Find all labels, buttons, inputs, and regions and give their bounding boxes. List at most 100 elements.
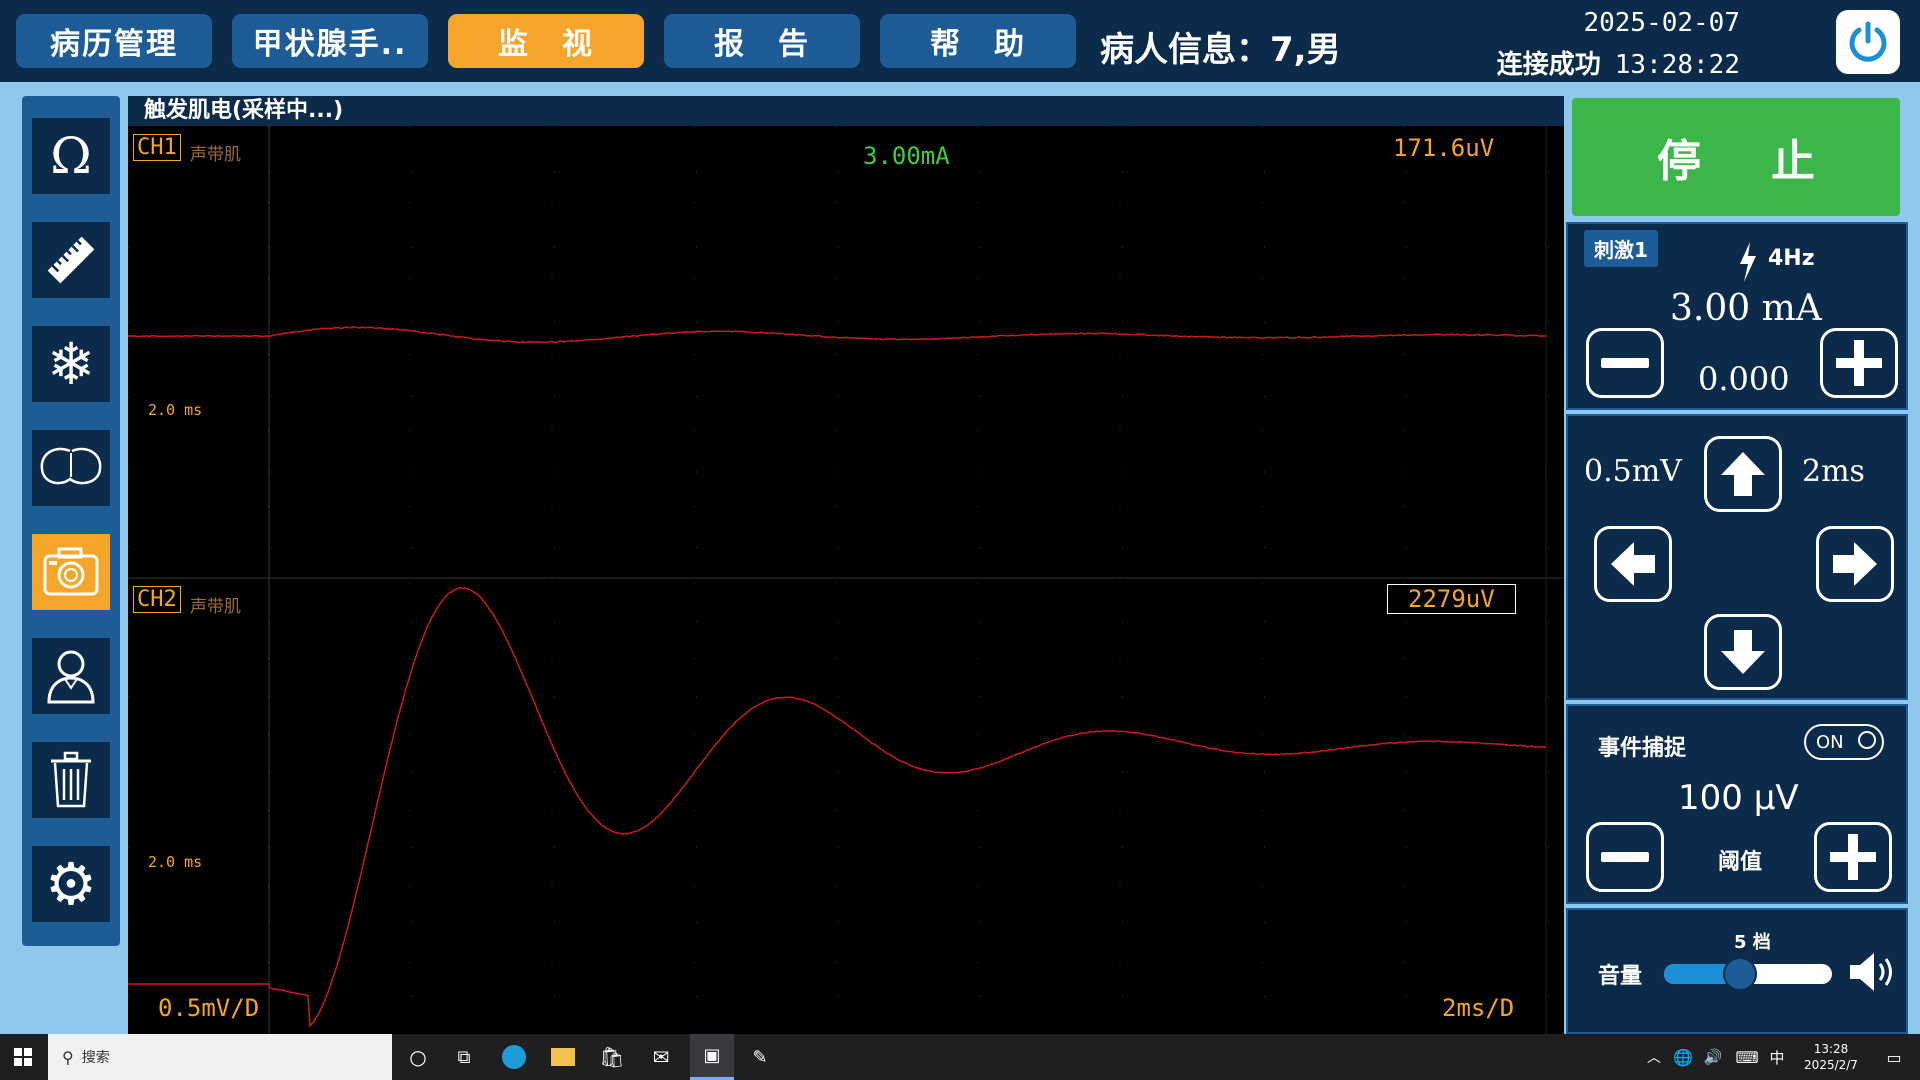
- volume-panel: 5 档 音量: [1566, 908, 1908, 1034]
- monitor-icon: ▣: [703, 1045, 720, 1066]
- settings-button[interactable]: ⚙: [32, 846, 110, 922]
- trash-icon: [48, 751, 94, 809]
- scale-down-button[interactable]: [1704, 614, 1782, 690]
- snowflake-icon: ❄: [47, 330, 96, 398]
- circle-icon: ○: [409, 1045, 426, 1069]
- omega-icon: Ω: [50, 127, 91, 185]
- stimulus-badge[interactable]: 刺激1: [1584, 230, 1658, 267]
- monitor-app[interactable]: ▣: [690, 1034, 734, 1080]
- current-decrease-button[interactable]: [1586, 328, 1664, 398]
- nav-monitor[interactable]: 监 视: [448, 14, 644, 68]
- snapshot-button[interactable]: [32, 534, 110, 610]
- view-button[interactable]: [32, 430, 110, 506]
- clock-time: 13:28:22: [1615, 50, 1740, 80]
- volume-knob[interactable]: [1723, 957, 1757, 991]
- waveform-canvas: [128, 126, 1564, 1034]
- task-view-button[interactable]: ⧉: [444, 1034, 484, 1080]
- nav-report[interactable]: 报 告: [664, 14, 860, 68]
- measured-current: 0.000: [1698, 360, 1790, 398]
- arrow-up-icon: [1718, 449, 1768, 499]
- minus-icon: [1601, 852, 1649, 862]
- volume-icon: 🔊: [1704, 1048, 1723, 1066]
- ch2-amplitude: 2279uV: [1387, 584, 1516, 614]
- display-scale-panel: 0.5mV 2ms: [1566, 414, 1908, 700]
- sweep-value: 2ms: [1802, 454, 1865, 489]
- taskbar-search[interactable]: ⚲ 搜索: [48, 1034, 392, 1080]
- threshold-increase-button[interactable]: [1814, 822, 1892, 892]
- event-toggle-label: ON: [1816, 732, 1844, 753]
- speaker-icon: [1848, 950, 1902, 994]
- ch1-waveform: [128, 327, 1546, 343]
- windows-taskbar: ⚲ 搜索 ○ ⧉ 🛍 ✉ ▣ ✎ ︿ 🌐 🔊 ⌨ 中 13:28 2025/2/…: [0, 1034, 1920, 1080]
- keyboard-button[interactable]: ⌨: [1734, 1034, 1760, 1080]
- camera-icon: [41, 546, 101, 598]
- volume-slider[interactable]: [1664, 964, 1832, 984]
- network-button[interactable]: 🌐: [1672, 1034, 1694, 1080]
- current-increase-button[interactable]: [1820, 328, 1898, 398]
- windows-icon: [14, 1048, 32, 1066]
- sensitivity-value: 0.5mV: [1584, 454, 1682, 489]
- search-placeholder: 搜索: [82, 1047, 110, 1067]
- plus-icon: [1834, 338, 1884, 388]
- scale-left-button[interactable]: [1594, 526, 1672, 602]
- threshold-label: 阈值: [1718, 844, 1762, 876]
- left-toolbar: Ω ❄ ⚙: [22, 96, 120, 946]
- store-icon: 🛍: [599, 1045, 624, 1069]
- mail-icon: ✉: [653, 1045, 670, 1069]
- search-icon: ⚲: [62, 1048, 74, 1067]
- event-capture-toggle[interactable]: ON: [1804, 724, 1884, 760]
- arrow-right-icon: [1830, 539, 1880, 589]
- ruler-icon: [43, 232, 99, 288]
- arrow-down-icon: [1718, 627, 1768, 677]
- vertical-scale: 0.5mV/D: [158, 994, 259, 1022]
- nav-thyroid-surgery[interactable]: 甲状腺手..: [232, 14, 428, 68]
- patient-button[interactable]: [32, 638, 110, 714]
- connection-status: 连接成功 13:28:22: [1497, 44, 1740, 81]
- event-capture-label: 事件捕捉: [1598, 730, 1686, 762]
- nav-help[interactable]: 帮 助: [880, 14, 1076, 68]
- scale-up-button[interactable]: [1704, 436, 1782, 512]
- edge-icon: [502, 1045, 526, 1069]
- volume-tray-button[interactable]: 🔊: [1702, 1034, 1724, 1080]
- minus-icon: [1601, 358, 1649, 368]
- stop-button[interactable]: 停止: [1572, 98, 1900, 216]
- event-capture-panel: 事件捕捉 ON 100 μV 阈值: [1566, 704, 1908, 904]
- taskbar-date: 2025/2/7: [1804, 1057, 1858, 1073]
- tray-expand-button[interactable]: ︿: [1644, 1034, 1664, 1080]
- start-button[interactable]: [0, 1034, 46, 1080]
- notification-button[interactable]: ▭: [1874, 1034, 1914, 1080]
- scale-right-button[interactable]: [1816, 526, 1894, 602]
- ime-indicator[interactable]: 中: [1766, 1034, 1788, 1080]
- person-icon: [43, 646, 99, 706]
- explorer-app[interactable]: [543, 1034, 583, 1080]
- volume-label: 音量: [1598, 958, 1642, 990]
- taskbar-clock[interactable]: 13:28 2025/2/7: [1796, 1034, 1866, 1080]
- power-button[interactable]: [1836, 10, 1900, 74]
- store-app[interactable]: 🛍: [592, 1034, 632, 1080]
- notification-icon: ▭: [1886, 1048, 1901, 1067]
- chevron-up-icon: ︿: [1647, 1047, 1661, 1067]
- impedance-button[interactable]: Ω: [32, 118, 110, 194]
- horizontal-scale: 2ms/D: [1442, 994, 1514, 1022]
- ch2-label: CH2: [133, 586, 181, 613]
- plus-icon: [1828, 832, 1878, 882]
- delete-button[interactable]: [32, 742, 110, 818]
- ch1-stim-current: 3.00mA: [863, 142, 950, 170]
- edge-app[interactable]: [494, 1034, 534, 1080]
- app-icon: ✎: [752, 1047, 767, 1068]
- stimulus-frequency: 4Hz: [1768, 246, 1815, 271]
- taskbar-time: 13:28: [1814, 1041, 1849, 1057]
- threshold-decrease-button[interactable]: [1586, 822, 1664, 892]
- control-panel: 停止 刺激1 4Hz 3.00 mA 0.000 0.5mV 2ms 事件捕捉 …: [1566, 96, 1908, 1034]
- date-display: 2025-02-07: [1583, 8, 1740, 38]
- freeze-button[interactable]: ❄: [32, 326, 110, 402]
- power-icon: [1845, 19, 1891, 65]
- nav-medical-records[interactable]: 病历管理: [16, 14, 212, 68]
- other-app[interactable]: ✎: [740, 1034, 780, 1080]
- stimulus-current: 3.00 mA: [1670, 288, 1822, 329]
- measure-button[interactable]: [32, 222, 110, 298]
- cortana-button[interactable]: ○: [398, 1034, 438, 1080]
- mail-app[interactable]: ✉: [641, 1034, 681, 1080]
- arrow-left-icon: [1608, 539, 1658, 589]
- gear-icon: ⚙: [45, 850, 97, 918]
